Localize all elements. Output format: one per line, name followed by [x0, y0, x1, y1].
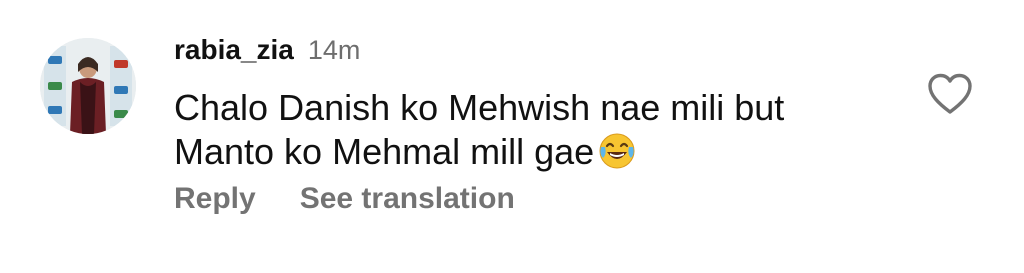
comment-text: Chalo Danish ko Mehwish nae mili but Man… — [174, 86, 894, 174]
reply-button[interactable]: Reply — [174, 182, 256, 216]
username[interactable]: rabia_zia — [174, 34, 294, 66]
tears-of-joy-emoji-icon — [598, 132, 636, 170]
heart-outline-icon — [928, 73, 972, 114]
avatar-photo — [40, 38, 136, 134]
comment-body: Chalo Danish ko Mehwish nae mili but Man… — [174, 87, 785, 172]
comment-item: rabia_zia 14m Chalo Danish ko Mehwish na… — [0, 0, 1024, 273]
comment-header: rabia_zia 14m — [174, 34, 360, 70]
timestamp: 14m — [307, 35, 361, 65]
comment-actions: Reply See translation — [174, 182, 515, 216]
see-translation-button[interactable]: See translation — [300, 182, 515, 216]
avatar[interactable] — [40, 38, 136, 134]
like-button[interactable] — [926, 72, 974, 116]
